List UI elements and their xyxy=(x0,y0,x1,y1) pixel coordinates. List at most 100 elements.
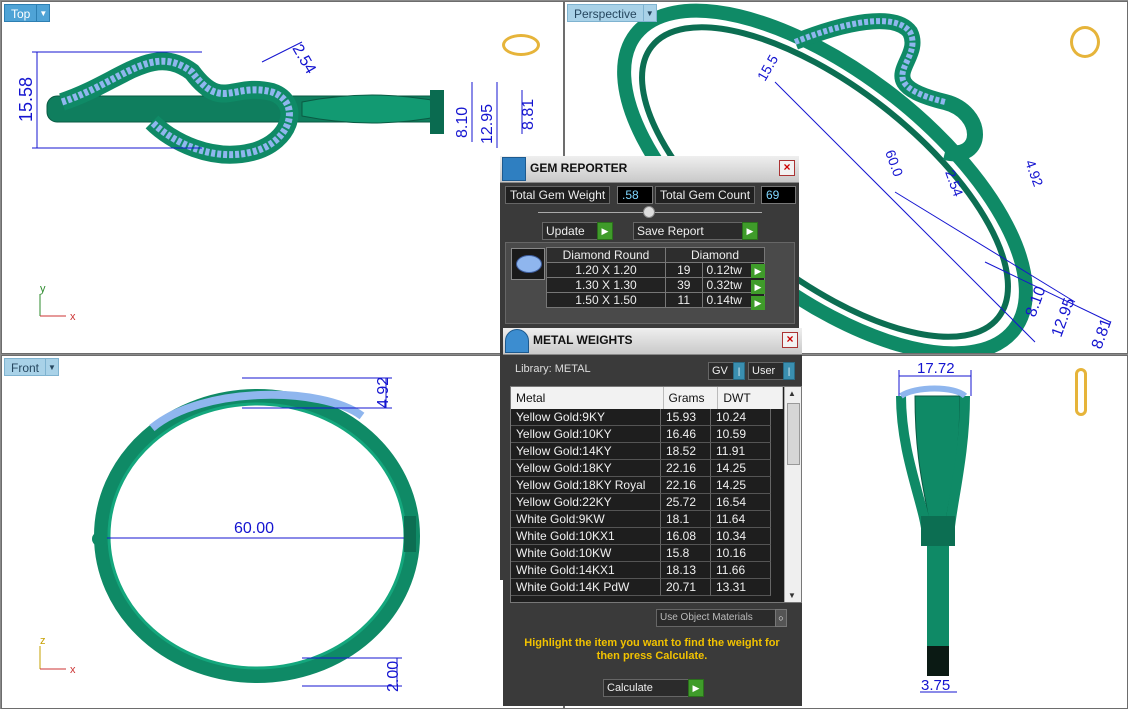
scroll-down-icon[interactable]: ▼ xyxy=(788,591,796,600)
user-label: User xyxy=(752,365,776,377)
metal-dwt: 10.24 xyxy=(711,409,771,426)
update-button[interactable]: Update ▶ xyxy=(542,222,613,240)
table-row[interactable]: White Gold:14KX1 18.13 11.66 xyxy=(511,562,783,579)
metal-grams: 18.1 xyxy=(661,511,711,528)
hint-text: Highlight the item you want to find the … xyxy=(524,637,780,662)
dim-front-4-92: 4.92 xyxy=(375,377,392,408)
toggle-icon: | xyxy=(733,362,745,380)
scroll-up-icon[interactable]: ▲ xyxy=(788,389,796,398)
dim-right-17-72: 17.72 xyxy=(917,360,955,377)
viewport-name[interactable]: Front xyxy=(4,358,46,376)
dim-top-8-81: 8.81 xyxy=(520,99,537,130)
gem-reporter-icon xyxy=(502,157,526,181)
close-icon[interactable]: × xyxy=(782,332,798,348)
gem-reporter-titlebar[interactable]: GEM REPORTER × xyxy=(500,156,799,183)
table-row[interactable]: 1.50 X 1.50 11 0.14tw xyxy=(546,292,766,308)
total-gem-weight-value: .58 xyxy=(617,186,653,204)
viewport-label-perspective[interactable]: Perspective ▼ xyxy=(567,4,657,22)
dim-persp-12-95: 12.95 xyxy=(1049,296,1079,340)
metal-name: Yellow Gold:22KY xyxy=(511,494,661,511)
chevron-down-icon[interactable]: ▼ xyxy=(642,4,657,22)
metal-dwt: 10.16 xyxy=(711,545,771,562)
dim-top-15-58: 15.58 xyxy=(16,77,36,122)
metal-dwt: 11.64 xyxy=(711,511,771,528)
metal-name: White Gold:14KX1 xyxy=(511,562,661,579)
gv-toggle[interactable]: GV | xyxy=(708,362,745,380)
metal-dwt: 13.31 xyxy=(711,579,771,596)
scroll-thumb[interactable] xyxy=(787,403,800,465)
gem-count: 19 xyxy=(665,262,703,278)
gem-size: 1.50 X 1.50 xyxy=(546,292,666,308)
metal-weights-title: METAL WEIGHTS xyxy=(533,333,633,347)
table-row[interactable]: White Gold:10KX1 16.08 10.34 xyxy=(511,528,783,545)
metal-name: Yellow Gold:9KY xyxy=(511,409,661,426)
save-report-button[interactable]: Save Report ▶ xyxy=(633,222,758,240)
save-report-label: Save Report xyxy=(637,224,704,238)
metal-weights-titlebar[interactable]: METAL WEIGHTS × xyxy=(503,328,802,355)
metal-name: Yellow Gold:18KY Royal xyxy=(511,477,661,494)
use-object-materials-toggle[interactable]: Use Object Materials ○ xyxy=(656,609,787,627)
axis-x-label: x xyxy=(70,311,76,323)
metal-grams: 16.46 xyxy=(661,426,711,443)
gv-label: GV xyxy=(712,365,728,377)
metal-name: White Gold:9KW xyxy=(511,511,661,528)
metal-grams: 16.08 xyxy=(661,528,711,545)
table-row[interactable]: Yellow Gold:9KY 15.93 10.24 xyxy=(511,409,783,426)
metal-name: Yellow Gold:18KY xyxy=(511,460,661,477)
table-row[interactable]: 1.30 X 1.30 39 0.32tw xyxy=(546,277,766,293)
slider-handle[interactable] xyxy=(643,206,655,218)
axis-z-label: z xyxy=(40,635,46,647)
table-row[interactable]: Yellow Gold:10KY 16.46 10.59 xyxy=(511,426,783,443)
metal-dwt: 11.66 xyxy=(711,562,771,579)
metal-table-scrollbar[interactable]: ▲ ▼ xyxy=(784,387,801,602)
table-row[interactable]: Yellow Gold:18KY 22.16 14.25 xyxy=(511,460,783,477)
metal-name: Yellow Gold:10KY xyxy=(511,426,661,443)
front-viewport[interactable]: 4.92 60.00 2.00 z x Front ▼ xyxy=(1,355,564,709)
metal-grams: 22.16 xyxy=(661,477,711,494)
dim-top-12-95: 12.95 xyxy=(479,104,496,144)
metal-grams: 18.52 xyxy=(661,443,711,460)
table-row[interactable]: White Gold:9KW 18.1 11.64 xyxy=(511,511,783,528)
table-row[interactable]: Yellow Gold:18KY Royal 22.16 14.25 xyxy=(511,477,783,494)
row-select-button[interactable]: ▶ xyxy=(751,296,765,310)
diamond-round-icon xyxy=(511,248,545,280)
metal-weights-panel: METAL WEIGHTS × Library: METAL GV | User… xyxy=(503,328,802,706)
ring-thumbnail-icon xyxy=(1070,26,1100,58)
chevron-down-icon[interactable]: ▼ xyxy=(45,358,60,376)
close-icon[interactable]: × xyxy=(779,160,795,176)
metal-dwt: 16.54 xyxy=(711,494,771,511)
metal-grams: 20.71 xyxy=(661,579,711,596)
row-select-button[interactable]: ▶ xyxy=(751,264,765,278)
chevron-down-icon[interactable]: ▼ xyxy=(36,4,51,22)
calculate-label: Calculate xyxy=(607,682,653,694)
col-dwt: DWT xyxy=(718,387,783,409)
metal-name: White Gold:14K PdW xyxy=(511,579,661,596)
col-diamond-round: Diamond Round xyxy=(546,247,666,263)
viewport-label-front[interactable]: Front ▼ xyxy=(4,358,60,376)
row-select-button[interactable]: ▶ xyxy=(751,280,765,294)
toggle-icon: | xyxy=(783,362,795,380)
table-row[interactable]: White Gold:14K PdW 20.71 13.31 xyxy=(511,579,783,596)
metal-name: White Gold:10KW xyxy=(511,545,661,562)
user-toggle[interactable]: User | xyxy=(748,362,795,380)
metal-table[interactable]: Metal Grams DWT Yellow Gold:9KY 15.93 10.2… xyxy=(510,386,802,603)
viewport-name[interactable]: Top xyxy=(4,4,37,22)
viewport-name[interactable]: Perspective xyxy=(567,4,643,22)
table-row[interactable]: White Gold:10KW 15.8 10.16 xyxy=(511,545,783,562)
table-row[interactable]: 1.20 X 1.20 19 0.12tw xyxy=(546,262,766,278)
total-gem-weight-label: Total Gem Weight xyxy=(505,186,611,204)
dim-top-8-10: 8.10 xyxy=(454,107,471,138)
table-row[interactable]: Yellow Gold:22KY 25.72 16.54 xyxy=(511,494,783,511)
ring-thumbnail-icon xyxy=(502,34,540,56)
table-row[interactable]: Yellow Gold:14KY 18.52 11.91 xyxy=(511,443,783,460)
gem-count: 11 xyxy=(665,292,703,308)
use-object-materials-label: Use Object Materials xyxy=(660,612,753,623)
viewport-label-top[interactable]: Top ▼ xyxy=(4,4,51,22)
axis-x-label: x xyxy=(70,664,76,676)
top-viewport[interactable]: 15.58 2.54 8.10 12.95 8.81 y x Top ▼ xyxy=(1,1,564,354)
axis-y-label: y xyxy=(40,283,46,295)
col-diamond: Diamond xyxy=(665,247,765,263)
gem-size: 1.20 X 1.20 xyxy=(546,262,666,278)
calculate-button[interactable]: Calculate ▶ xyxy=(603,679,704,697)
top-view-scene: 15.58 2.54 8.10 12.95 8.81 y x xyxy=(16,42,537,324)
